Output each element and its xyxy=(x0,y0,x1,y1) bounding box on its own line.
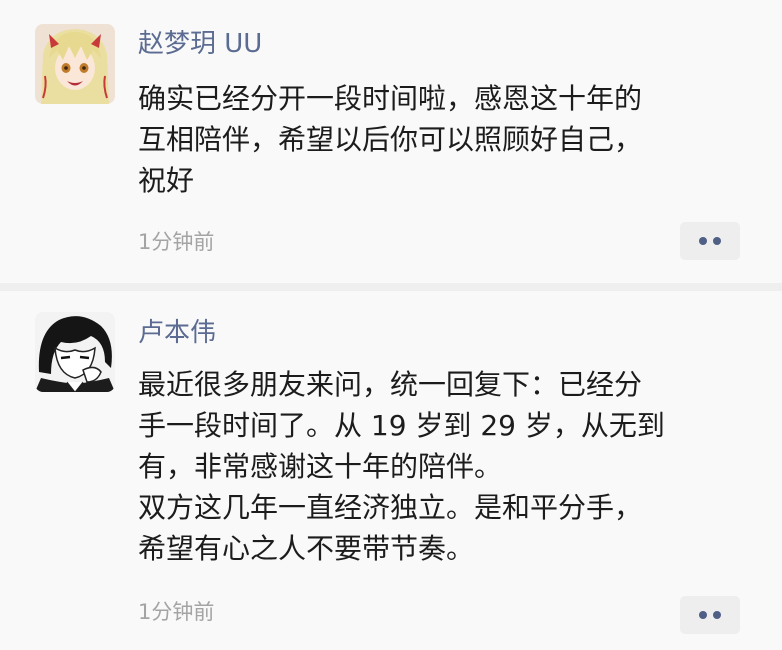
more-button[interactable] xyxy=(680,222,740,260)
comment-text: 确实已经分开一段时间啦，感恩这十年的 互相陪伴，希望以后你可以照顾好自己， 祝好 xyxy=(138,78,758,201)
comment-text: 最近很多朋友来问，统一回复下：已经分 手一段时间了。从 19 岁到 29 岁，从… xyxy=(138,364,758,569)
comment-line: 希望有心之人不要带节奏。 xyxy=(138,532,475,565)
timestamp: 1分钟前 xyxy=(138,600,215,624)
comment-card: 卢本伟 最近很多朋友来问，统一回复下：已经分 手一段时间了。从 19 岁到 29… xyxy=(0,291,782,650)
comment-line: 手一段时间了。从 19 岁到 29 岁，从无到 xyxy=(138,409,665,442)
comment-line: 最近很多朋友来问，统一回复下：已经分 xyxy=(138,368,643,401)
more-dots-icon xyxy=(713,237,721,245)
comment-card: 赵梦玥 UU 确实已经分开一段时间啦，感恩这十年的 互相陪伴，希望以后你可以照顾… xyxy=(0,0,782,283)
comment-line: 双方这几年一直经济独立。是和平分手， xyxy=(138,491,643,524)
more-dots-icon xyxy=(713,611,721,619)
avatar[interactable] xyxy=(35,24,115,104)
more-dots-icon xyxy=(699,611,707,619)
more-dots-icon xyxy=(699,237,707,245)
comment-line: 祝好 xyxy=(138,164,195,197)
username[interactable]: 卢本伟 xyxy=(138,316,216,350)
timestamp: 1分钟前 xyxy=(138,230,215,254)
username[interactable]: 赵梦玥 UU xyxy=(138,27,262,61)
comment-line: 互相陪伴，希望以后你可以照顾好自己， xyxy=(138,123,643,156)
comment-line: 有，非常感谢这十年的陪伴。 xyxy=(138,450,503,483)
avatar[interactable] xyxy=(35,312,115,392)
more-button[interactable] xyxy=(680,596,740,634)
comment-line: 确实已经分开一段时间啦，感恩这十年的 xyxy=(138,82,643,115)
